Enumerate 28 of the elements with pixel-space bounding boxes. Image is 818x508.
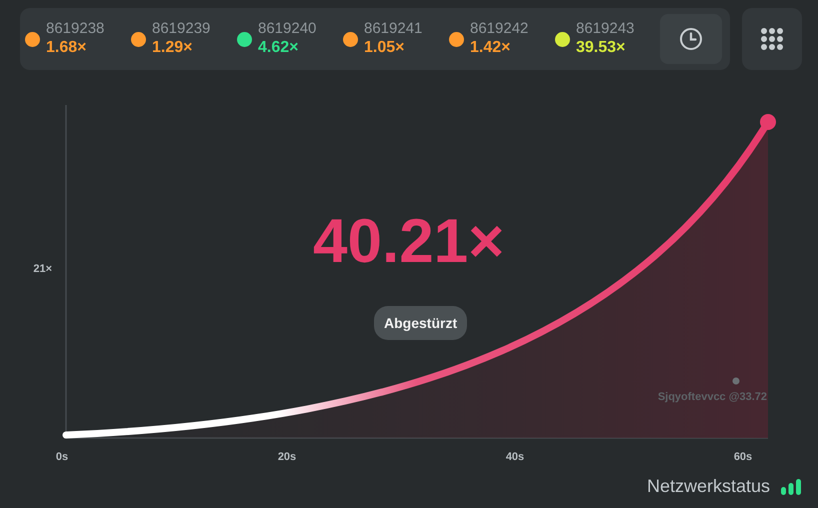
round-number: 8619239 <box>152 20 210 38</box>
x-tick-label: 0s <box>56 451 68 463</box>
round-multiplier: 1.42× <box>470 38 512 58</box>
x-tick-label: 60s <box>734 451 752 463</box>
round-number: 8619242 <box>470 20 528 38</box>
crashed-badge: Abgestürzt <box>374 306 468 340</box>
round-multiplier: 1.68× <box>46 38 88 58</box>
round-number: 8619238 <box>46 20 104 38</box>
network-status-label: Netzwerkstatus <box>646 476 770 497</box>
x-tick-label: 20s <box>278 451 296 463</box>
crash-multiplier: 40.21× <box>313 206 504 277</box>
round-multiplier: 39.53× <box>576 38 626 58</box>
round-multiplier: 1.05× <box>364 38 406 58</box>
menu-button[interactable] <box>742 8 802 70</box>
signal-icon <box>780 478 802 496</box>
round-multiplier: 1.29× <box>152 38 194 58</box>
x-tick-label: 40s <box>506 451 524 463</box>
curve-end-dot <box>760 114 776 130</box>
history-button[interactable] <box>660 14 722 64</box>
player-dot <box>732 378 740 384</box>
round-number: 8619240 <box>258 20 316 38</box>
grid-icon <box>761 28 783 50</box>
clock-icon <box>679 27 703 51</box>
round-number: 8619241 <box>364 20 422 38</box>
player-cashout: Sjqyoftevvcc @33.72 <box>658 391 767 403</box>
round-number: 8619243 <box>576 20 634 38</box>
round-multiplier: 4.62× <box>258 38 300 58</box>
y-tick-label: 21× <box>33 263 52 275</box>
